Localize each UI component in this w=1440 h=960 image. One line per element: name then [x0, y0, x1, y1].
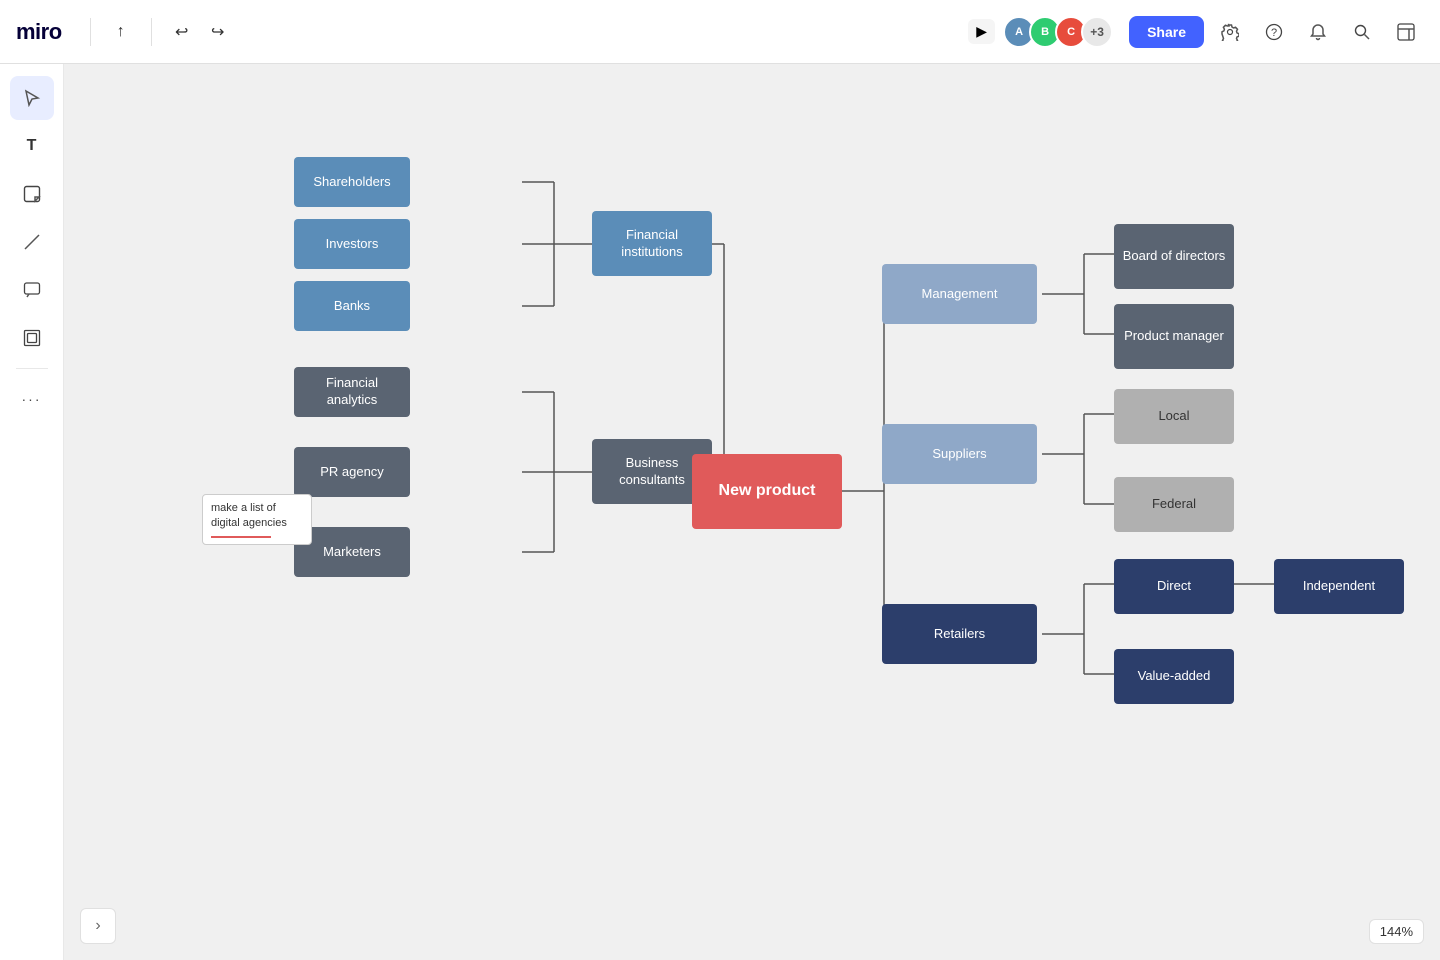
- shareholders-node[interactable]: Shareholders: [294, 157, 410, 207]
- divider2: [151, 18, 152, 46]
- zoom-level: 144%: [1380, 924, 1413, 939]
- panel-button[interactable]: [1388, 14, 1424, 50]
- sidebar-separator: [16, 368, 48, 369]
- note-underline: [211, 536, 271, 538]
- help-icon: ?: [1265, 23, 1283, 41]
- expand-panel-button[interactable]: ›: [80, 908, 116, 944]
- board-of-directors-node[interactable]: Board of directors: [1114, 224, 1234, 289]
- independent-node[interactable]: Independent: [1274, 559, 1404, 614]
- sticky-tool[interactable]: [10, 172, 54, 216]
- settings-icon: [1221, 23, 1239, 41]
- product-manager-node[interactable]: Product manager: [1114, 304, 1234, 369]
- sticky-icon: [23, 185, 41, 203]
- pr-agency-node[interactable]: PR agency: [294, 447, 410, 497]
- line-icon: [23, 233, 41, 251]
- diagram: Shareholders Investors Banks Financial i…: [184, 144, 1384, 844]
- sidebar: T ···: [0, 64, 64, 960]
- local-node[interactable]: Local: [1114, 389, 1234, 444]
- settings-icon-button[interactable]: [1212, 14, 1248, 50]
- expand-icon: ›: [95, 917, 100, 935]
- financial-analytics-node[interactable]: Financial analytics: [294, 367, 410, 417]
- more-tool[interactable]: ···: [10, 377, 54, 421]
- text-icon: T: [27, 137, 37, 155]
- banks-node[interactable]: Banks: [294, 281, 410, 331]
- frame-icon: [23, 329, 41, 347]
- undo-icon: ↩: [175, 22, 188, 42]
- text-tool[interactable]: T: [10, 124, 54, 168]
- avatar-count: +3: [1081, 16, 1113, 48]
- frame-tool[interactable]: [10, 316, 54, 360]
- new-product-node[interactable]: New product: [692, 454, 842, 529]
- topbar: miro ↑ ↩ ↪ ▶ A B C +3 Share: [0, 0, 1440, 64]
- comment-icon: [23, 281, 41, 299]
- app-logo: miro: [16, 19, 62, 45]
- bell-icon: [1309, 23, 1327, 41]
- line-tool[interactable]: [10, 220, 54, 264]
- suppliers-node[interactable]: Suppliers: [882, 424, 1037, 484]
- canvas: Shareholders Investors Banks Financial i…: [64, 64, 1440, 960]
- upload-button[interactable]: ↑: [103, 14, 139, 50]
- zoom-indicator: 144%: [1369, 919, 1424, 944]
- redo-button[interactable]: ↪: [200, 14, 236, 50]
- note-box: make a list of digital agencies: [202, 494, 312, 545]
- management-node[interactable]: Management: [882, 264, 1037, 324]
- divider: [90, 18, 91, 46]
- financial-institutions-node[interactable]: Financial institutions: [592, 211, 712, 276]
- help-button[interactable]: ?: [1256, 14, 1292, 50]
- share-button[interactable]: Share: [1129, 16, 1204, 48]
- redo-icon: ↪: [211, 22, 224, 42]
- search-button[interactable]: [1344, 14, 1380, 50]
- cursor-icon: ▶: [976, 23, 987, 40]
- value-added-node[interactable]: Value-added: [1114, 649, 1234, 704]
- select-icon: [23, 89, 41, 107]
- federal-node[interactable]: Federal: [1114, 477, 1234, 532]
- topbar-right: ▶ A B C +3 Share: [968, 14, 1424, 50]
- select-tool[interactable]: [10, 76, 54, 120]
- svg-text:?: ?: [1271, 27, 1277, 39]
- comment-tool[interactable]: [10, 268, 54, 312]
- investors-node[interactable]: Investors: [294, 219, 410, 269]
- upload-icon: ↑: [117, 23, 125, 41]
- direct-node[interactable]: Direct: [1114, 559, 1234, 614]
- more-icon: ···: [22, 391, 42, 407]
- undo-button[interactable]: ↩: [164, 14, 200, 50]
- retailers-node[interactable]: Retailers: [882, 604, 1037, 664]
- search-icon: [1353, 23, 1371, 41]
- bell-button[interactable]: [1300, 14, 1336, 50]
- avatar-group: A B C +3: [1003, 16, 1113, 48]
- panel-icon: [1397, 23, 1415, 41]
